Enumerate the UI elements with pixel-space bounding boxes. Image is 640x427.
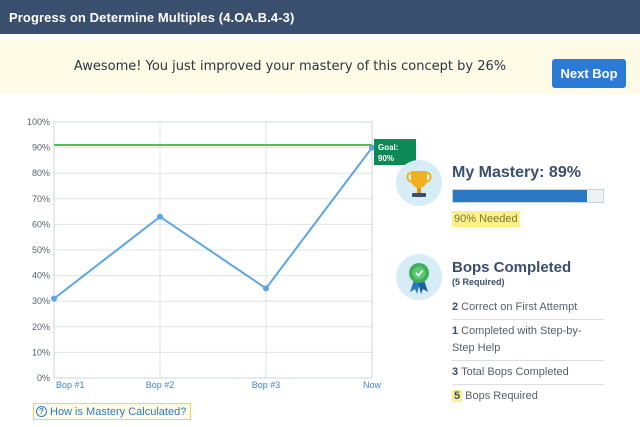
goal-label-value: 90% (378, 154, 394, 163)
mastery-help-link[interactable]: ? How is Mastery Calculated? (33, 403, 192, 420)
bops-required-note: (5 Required) (452, 277, 505, 287)
data-point (51, 295, 57, 302)
y-tick-label: 70% (32, 194, 50, 204)
y-tick-label: 30% (32, 296, 50, 306)
x-tick-label: Now (363, 380, 382, 390)
mastery-needed-badge: 90% Needed (452, 211, 520, 227)
list-item: 3 Total Bops Completed (452, 361, 604, 385)
page-header: Progress on Determine Multiples (4.OA.B.… (0, 0, 640, 34)
goal-label-text: Goal: (378, 143, 398, 152)
x-tick-label: Bop #2 (146, 380, 175, 390)
mastery-progress-fill (453, 190, 587, 202)
stat-count: 3 (452, 366, 459, 378)
y-tick-label: 50% (32, 245, 50, 255)
stat-count: 1 (452, 325, 459, 337)
banner-message: Awesome! You just improved your mastery … (73, 59, 507, 74)
list-item: 1 Completed with Step-by-Step Help (452, 320, 604, 361)
next-bop-button[interactable]: Next Bop (552, 59, 626, 88)
y-tick-label: 80% (32, 168, 50, 178)
award-ribbon-icon (396, 254, 442, 300)
y-tick-label: 90% (32, 143, 50, 153)
stat-count: 5 (452, 390, 463, 402)
mastery-title: My Mastery: 89% (452, 164, 581, 181)
question-icon: ? (36, 406, 47, 417)
data-point (263, 285, 269, 292)
list-item: 2 Correct on First Attempt (452, 296, 604, 320)
y-tick-label: 40% (32, 271, 50, 281)
y-tick-label: 60% (32, 219, 50, 229)
mastery-progress-bar (452, 189, 604, 203)
x-tick-label: Bop #3 (252, 380, 281, 390)
bops-completed-title: Bops Completed (452, 259, 572, 276)
stat-label: Bops Required (465, 390, 538, 402)
stat-label: Total Bops Completed (461, 366, 569, 378)
stat-label: Completed with Step-by-Step Help (452, 325, 582, 354)
list-item: 5 Bops Required (452, 385, 604, 408)
y-tick-label: 20% (32, 322, 50, 332)
y-tick-label: 100% (27, 117, 50, 127)
mastery-line-chart: 0% 10% 20% 30% 40% 50% 60% 70% 80% 90% 100% Bop #1 B… (27, 117, 416, 390)
trophy-icon (396, 160, 442, 206)
page-title: Progress on Determine Multiples (4.OA.B.… (9, 9, 295, 25)
improvement-banner: Awesome! You just improved your mastery … (0, 40, 640, 94)
bops-stats-list: 2 Correct on First Attempt 1 Completed wit… (452, 296, 604, 408)
help-link-label: How is Mastery Calculated? (50, 405, 187, 418)
x-tick-label: Bop #1 (56, 380, 85, 390)
y-tick-label: 10% (32, 347, 50, 357)
stat-count: 2 (452, 301, 459, 313)
y-tick-label: 0% (37, 373, 50, 383)
mastery-chart: 0% 10% 20% 30% 40% 50% 60% 70% 80% 90% 100% Bop #1 B… (0, 110, 425, 400)
stat-label: Correct on First Attempt (461, 301, 578, 313)
data-point (157, 213, 163, 220)
